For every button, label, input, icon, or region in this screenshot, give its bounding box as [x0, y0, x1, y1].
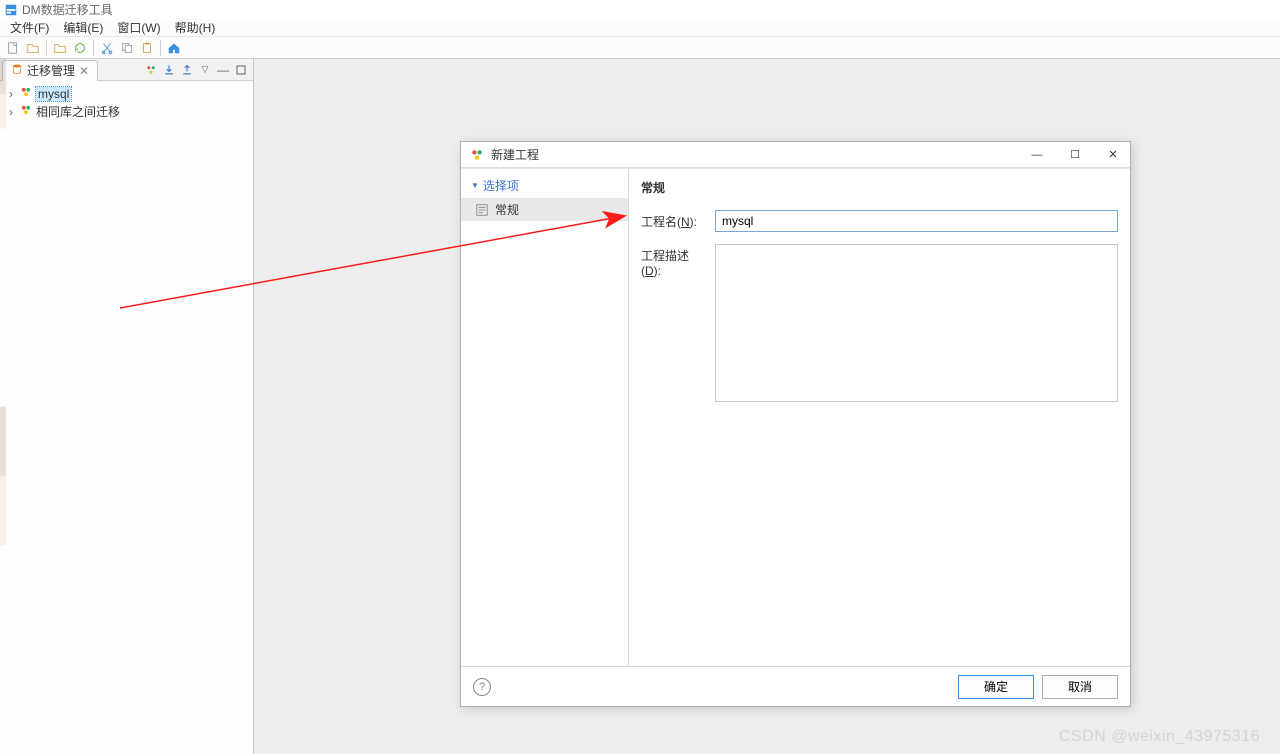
panel-cluster-icon[interactable] [143, 62, 159, 78]
app-icon [4, 3, 18, 17]
project-name-input[interactable] [715, 210, 1118, 232]
tab-label: 迁移管理 [27, 62, 75, 79]
home-icon[interactable] [165, 39, 183, 57]
menu-edit[interactable]: 编辑(E) [57, 18, 109, 37]
panel-import-icon[interactable] [161, 62, 177, 78]
cluster-icon [20, 86, 32, 101]
separator [93, 40, 94, 56]
menu-file[interactable]: 文件(F) [4, 18, 55, 37]
expander-icon[interactable]: › [6, 105, 16, 119]
expander-icon[interactable]: › [6, 87, 16, 101]
ok-button[interactable]: 确定 [958, 675, 1034, 699]
folder-icon[interactable] [51, 39, 69, 57]
menu-window[interactable]: 窗口(W) [111, 18, 166, 37]
side-panel: 迁移管理 ✕ ▽ — › mysql › 相同库之间迁移 [0, 59, 254, 754]
dialog-body: 选择项 常规 常规 工程名(N): 工程描述(D): [461, 168, 1130, 666]
new-project-dialog: 新建工程 — ☐ ✕ 选择项 常规 常规 工程名(N): 工程描述(D): [460, 141, 1131, 707]
cancel-button[interactable]: 取消 [1042, 675, 1118, 699]
dialog-sidebar: 选择项 常规 [461, 169, 629, 666]
sidebar-section-header[interactable]: 选择项 [461, 173, 628, 198]
panel-minimize-icon[interactable]: — [215, 62, 231, 78]
toolbar [0, 37, 1280, 59]
menubar: 文件(F) 编辑(E) 窗口(W) 帮助(H) [0, 19, 1280, 37]
new-file-icon[interactable] [4, 39, 22, 57]
project-name-label: 工程名(N): [641, 210, 705, 230]
window-minimize-icon[interactable]: — [1028, 149, 1046, 161]
menu-help[interactable]: 帮助(H) [169, 18, 222, 37]
dialog-footer: ? 确定 取消 [461, 666, 1130, 706]
panel-maximize-icon[interactable] [233, 62, 249, 78]
cluster-icon [20, 104, 32, 119]
panel-dropdown-icon[interactable]: ▽ [197, 62, 213, 78]
tab-close-icon[interactable]: ✕ [79, 64, 89, 78]
cut-icon[interactable] [98, 39, 116, 57]
dialog-main: 常规 工程名(N): 工程描述(D): [629, 169, 1130, 666]
decorative-strip [0, 59, 6, 754]
tab-db-icon [11, 63, 23, 78]
panel-export-icon[interactable] [179, 62, 195, 78]
tree-item-mysql[interactable]: › mysql [2, 85, 251, 102]
sidebar-item-label: 常规 [495, 201, 519, 218]
side-tabs: 迁移管理 ✕ ▽ — [0, 59, 253, 81]
copy-icon[interactable] [118, 39, 136, 57]
tree-item-label: mysql [36, 87, 71, 101]
section-title: 常规 [641, 179, 1118, 196]
project-desc-label: 工程描述(D): [641, 244, 705, 278]
separator [46, 40, 47, 56]
window-close-icon[interactable]: ✕ [1104, 148, 1122, 161]
paste-icon[interactable] [138, 39, 156, 57]
cluster-icon [469, 147, 485, 163]
watermark: CSDN @weixin_43975316 [1059, 728, 1260, 746]
refresh-icon[interactable] [71, 39, 89, 57]
tree-item-label: 相同库之间迁移 [36, 103, 120, 120]
dialog-title: 新建工程 [491, 146, 539, 163]
separator [160, 40, 161, 56]
open-file-icon[interactable] [24, 39, 42, 57]
sidebar-item-general[interactable]: 常规 [461, 198, 628, 221]
tab-migration-mgmt[interactable]: 迁移管理 ✕ [2, 60, 98, 81]
project-tree: › mysql › 相同库之间迁移 [0, 81, 253, 125]
form-icon [475, 203, 489, 217]
window-maximize-icon[interactable]: ☐ [1066, 148, 1084, 161]
app-title: DM数据迁移工具 [22, 1, 113, 18]
tree-item-same-db[interactable]: › 相同库之间迁移 [2, 102, 251, 121]
help-icon[interactable]: ? [473, 678, 491, 696]
dialog-titlebar[interactable]: 新建工程 — ☐ ✕ [461, 142, 1130, 168]
titlebar: DM数据迁移工具 [0, 0, 1280, 19]
project-desc-textarea[interactable] [715, 244, 1118, 402]
